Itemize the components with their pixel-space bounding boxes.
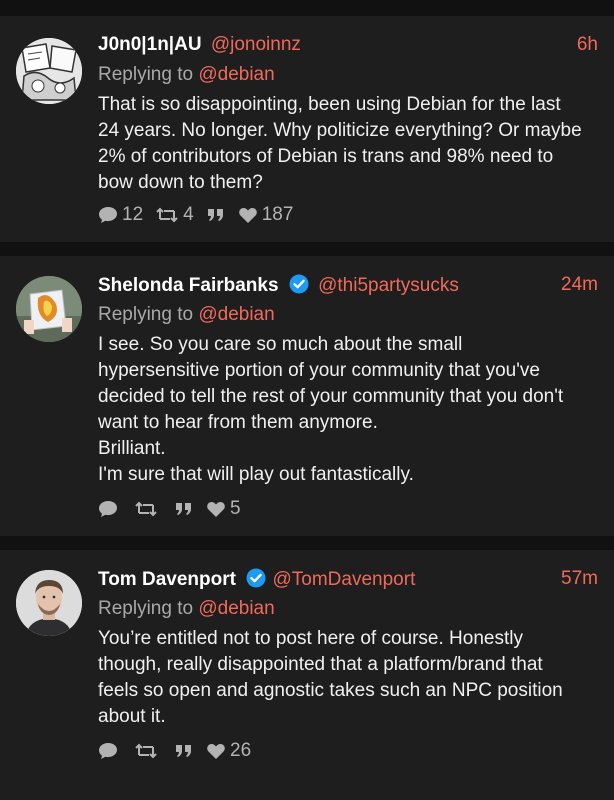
tweet-line: decided to tell the rest of your communi…: [98, 386, 564, 407]
tweet-line: I see. So you care so much about the sma…: [98, 334, 463, 355]
timestamp[interactable]: 57m: [561, 568, 598, 590]
reply-count: 12: [122, 204, 144, 225]
user-handle[interactable]: @thi5partysucks: [318, 275, 459, 296]
retweet-button[interactable]: [134, 501, 162, 517]
avatar[interactable]: [16, 38, 82, 104]
user-handle[interactable]: @TomDavenport: [273, 569, 416, 590]
quote-button[interactable]: [174, 743, 194, 759]
tweet-actions: 12 4 187: [98, 204, 305, 226]
replying-to-label: Replying to: [98, 598, 194, 619]
tweet-line: hypersensitive portion of your community…: [98, 360, 540, 381]
tweet-card[interactable]: J0n0|1n|AU @jonoinnz 6h Replying to @deb…: [0, 16, 614, 242]
tweet-line: 2% of contributors of Debian is trans an…: [98, 146, 554, 167]
tweet-text: You’re entitled not to post here of cour…: [98, 626, 600, 730]
tweet-header: J0n0|1n|AU @jonoinnz 6h: [98, 34, 598, 64]
quote-icon: [207, 209, 223, 221]
tweet-line: You’re entitled not to post here of cour…: [98, 628, 523, 649]
heart-icon: [207, 743, 225, 759]
display-name[interactable]: Shelonda Fairbanks: [98, 275, 279, 296]
tweet-line: feels so open and agnostic takes such an…: [98, 680, 563, 701]
heart-icon: [238, 207, 257, 223]
avatar[interactable]: [16, 570, 82, 636]
tweet-line: though, really disappointed that a platf…: [98, 654, 543, 675]
like-count: 26: [230, 740, 252, 761]
tweet-line: Brilliant.: [98, 438, 166, 459]
tweet-line: 24 years. No longer. Why politicize ever…: [98, 120, 582, 141]
tweet-text: I see. So you care so much about the sma…: [98, 332, 600, 488]
replying-to-label: Replying to: [98, 64, 194, 85]
reply-mention-link[interactable]: @debian: [198, 64, 274, 85]
retweet-icon: [135, 501, 157, 517]
retweet-button[interactable]: [134, 743, 162, 759]
like-count: 187: [261, 204, 294, 225]
tweet-actions: 5: [98, 498, 253, 520]
tweet-card[interactable]: Shelonda Fairbanks @thi5partysucks 24m R…: [0, 256, 614, 536]
heart-icon: [207, 501, 225, 517]
retweet-icon: [135, 743, 157, 759]
retweet-icon: [156, 207, 178, 223]
like-button[interactable]: 26: [206, 740, 251, 762]
display-name[interactable]: J0n0|1n|AU: [98, 34, 202, 55]
reply-icon: [99, 207, 117, 223]
tweet-card[interactable]: Tom Davenport @TomDavenport 57m Replying…: [0, 550, 614, 800]
tweet-header: Tom Davenport @TomDavenport 57m: [98, 568, 598, 598]
reply-mention-link[interactable]: @debian: [198, 304, 274, 325]
tweet-line: about it.: [98, 706, 166, 727]
reply-button[interactable]: [98, 500, 122, 518]
verified-badge-icon: [289, 274, 309, 294]
quote-icon: [176, 745, 191, 757]
like-button[interactable]: 187: [238, 204, 294, 226]
timestamp[interactable]: 6h: [577, 34, 598, 56]
quote-button[interactable]: [174, 501, 194, 517]
quote-icon: [176, 503, 191, 515]
replying-to: Replying to @debian: [98, 64, 275, 86]
reply-icon: [99, 743, 117, 759]
like-count: 5: [230, 498, 241, 519]
retweet-button[interactable]: 4: [155, 204, 194, 226]
like-button[interactable]: 5: [206, 498, 241, 520]
tweet-actions: 26: [98, 740, 263, 762]
retweet-count: 4: [183, 204, 194, 225]
quote-button[interactable]: [206, 207, 226, 223]
tweet-line: I'm sure that will play out fantasticall…: [98, 464, 414, 485]
reply-mention-link[interactable]: @debian: [198, 598, 274, 619]
reply-icon: [99, 501, 117, 517]
tweet-line: That is so disappointing, been using Deb…: [98, 94, 561, 115]
tweet-header: Shelonda Fairbanks @thi5partysucks 24m: [98, 274, 598, 304]
replying-to-label: Replying to: [98, 304, 194, 325]
verified-badge-icon: [246, 568, 266, 588]
reply-button[interactable]: 12: [98, 204, 143, 226]
avatar[interactable]: [16, 276, 82, 342]
tweet-text: That is so disappointing, been using Deb…: [98, 92, 600, 196]
tweet-line: bow down to them?: [98, 172, 263, 193]
tweet-line: want to hear from them anymore.: [98, 412, 378, 433]
replying-to: Replying to @debian: [98, 598, 275, 620]
reply-button[interactable]: [98, 742, 122, 760]
replying-to: Replying to @debian: [98, 304, 275, 326]
user-handle[interactable]: @jonoinnz: [211, 34, 301, 55]
timestamp[interactable]: 24m: [561, 274, 598, 296]
display-name[interactable]: Tom Davenport: [98, 569, 236, 590]
